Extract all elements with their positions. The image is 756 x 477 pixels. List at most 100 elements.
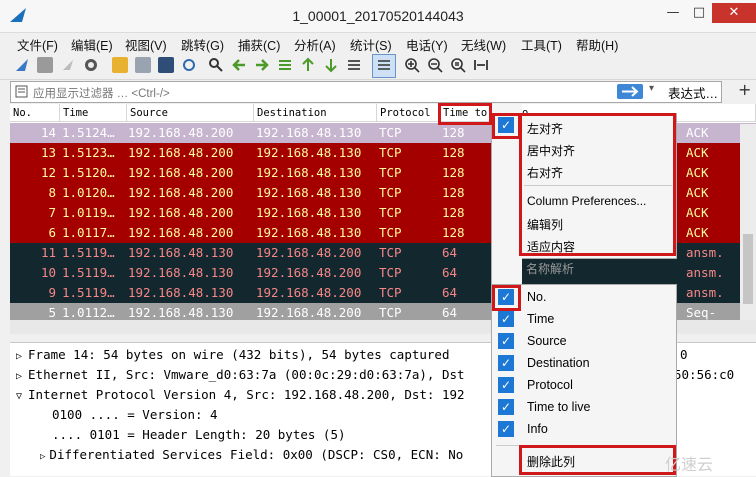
filter-input[interactable]: 应用显示过滤器 … <Ctrl-/> (33, 85, 170, 101)
col-toggle-time-to-live[interactable]: ✓ Time to live (492, 397, 676, 419)
cell-ttl: 128 (442, 205, 465, 220)
cell-ttl: 64 (442, 265, 458, 280)
detail-dsfield[interactable]: ▷ Differentiated Services Field: 0x00 (DS… (40, 445, 463, 465)
detail-fragment-right: 50:56:c0 (674, 367, 735, 382)
bookmark-icon[interactable] (15, 85, 28, 98)
highlight-ttl-header (438, 103, 492, 125)
normal-size-icon[interactable] (450, 57, 466, 73)
col-toggle-info[interactable]: ✓ Info (492, 419, 676, 441)
column-header-destination[interactable]: Destination (254, 104, 377, 122)
main-toolbar (0, 53, 756, 80)
menu-statistics[interactable]: 统计(S) (350, 35, 392, 54)
window-title: 1_00001_20170520144043 (292, 8, 464, 24)
menu-capture[interactable]: 捕获(C) (238, 35, 280, 54)
collapse-arrow-icon[interactable]: ▽ (16, 391, 22, 402)
detail-frame[interactable]: ▷ Frame 14: 54 bytes on wire (432 bits), … (10, 345, 449, 365)
go-to-packet-icon[interactable] (277, 57, 293, 73)
go-back-icon[interactable] (231, 57, 247, 73)
expression-button[interactable]: 表达式… (668, 83, 718, 102)
detail-version[interactable]: 0100 .... = Version: 4 (52, 405, 218, 425)
zoom-out-icon[interactable] (427, 57, 443, 73)
cell-ttl: 128 (442, 125, 465, 140)
cell-ttl: 64 (442, 285, 458, 300)
minimize-button[interactable]: — (660, 3, 686, 23)
packet-list-scrollbar[interactable] (740, 124, 756, 320)
column-header-source[interactable]: Source (127, 104, 254, 122)
save-file-icon[interactable] (135, 57, 151, 73)
column-header-time[interactable]: Time (60, 104, 127, 122)
close-file-icon[interactable] (158, 57, 174, 73)
reload-icon[interactable] (181, 57, 197, 73)
colorize-toggle[interactable] (372, 54, 396, 78)
menu-name-resolution: 名称解析 (526, 262, 575, 276)
cell-src: 192.168.48.200 (128, 225, 234, 240)
cell-time: 1.5119… (62, 265, 115, 280)
scrollbar-thumb[interactable] (743, 234, 753, 304)
cell-src: 192.168.48.200 (128, 165, 234, 180)
menu-tools[interactable]: 工具(T) (521, 35, 562, 54)
cell-no: 13 (40, 145, 56, 160)
col-toggle-time[interactable]: ✓ Time (492, 309, 676, 331)
menu-wireless[interactable]: 无线(W) (461, 35, 506, 54)
go-forward-icon[interactable] (254, 57, 270, 73)
col-toggle-protocol[interactable]: ✓ Protocol (492, 375, 676, 397)
expand-arrow-icon[interactable]: ▷ (16, 351, 22, 362)
checkmark-icon: ✓ (498, 333, 514, 349)
cell-dst: 192.168.48.130 (256, 145, 362, 160)
cell-dst: 192.168.48.130 (256, 185, 362, 200)
filter-history-dropdown[interactable]: ▾ (649, 83, 654, 94)
col-toggle-source[interactable]: ✓ Source (492, 331, 676, 353)
cell-time: 1.5119… (62, 245, 115, 260)
stop-capture-icon[interactable] (37, 57, 53, 73)
cell-proto: TCP (379, 245, 402, 260)
checkmark-icon: ✓ (498, 355, 514, 371)
menu-file[interactable]: 文件(F) (17, 35, 58, 54)
expand-arrow-icon[interactable]: ▷ (40, 452, 45, 462)
cell-proto: TCP (379, 265, 402, 280)
maximize-button[interactable]: □ (686, 3, 712, 23)
cell-info: ACK (686, 185, 709, 200)
apply-filter-button[interactable] (617, 84, 643, 99)
resize-columns-icon[interactable] (473, 57, 489, 73)
col-toggle-destination[interactable]: ✓ Destination (492, 353, 676, 375)
cell-info: Seq- (686, 305, 717, 320)
cell-no: 7 (48, 205, 56, 220)
menu-edit[interactable]: 编辑(E) (71, 35, 113, 54)
start-capture-icon[interactable] (14, 57, 30, 73)
detail-header-length[interactable]: .... 0101 = Header Length: 20 bytes (5) (52, 425, 346, 445)
capture-options-icon[interactable] (83, 57, 99, 73)
menu-analyze[interactable]: 分析(A) (294, 35, 336, 54)
menu-telephony[interactable]: 电话(Y) (406, 35, 448, 54)
cell-time: 1.0117… (62, 225, 115, 240)
detail-ethernet[interactable]: ▷ Ethernet II, Src: Vmware_d0:63:7a (00:0… (10, 365, 465, 385)
open-file-icon[interactable] (112, 57, 128, 73)
cell-ttl: 128 (442, 145, 465, 160)
zoom-in-icon[interactable] (404, 57, 420, 73)
cell-no: 14 (40, 125, 56, 140)
last-packet-icon[interactable] (323, 57, 339, 73)
packet-row[interactable]: 10 1.5119… 192.168.48.130 192.168.48.200 TCP… (10, 263, 756, 283)
close-button[interactable]: ✕ (712, 3, 756, 23)
expand-arrow-icon[interactable]: ▷ (16, 371, 22, 382)
cell-time: 1.5120… (62, 165, 115, 180)
menu-help[interactable]: 帮助(H) (576, 35, 618, 54)
first-packet-icon[interactable] (300, 57, 316, 73)
menu-go[interactable]: 跳转(G) (181, 35, 224, 54)
cell-dst: 192.168.48.130 (256, 225, 362, 240)
display-filter-bar[interactable]: 应用显示过滤器 … <Ctrl-/> ▾ (10, 81, 722, 103)
cell-proto: TCP (379, 305, 402, 320)
find-packet-icon[interactable] (208, 57, 224, 73)
restart-capture-icon[interactable] (60, 57, 76, 73)
add-filter-button[interactable]: + (738, 80, 751, 99)
checkmark-icon: ✓ (498, 421, 514, 437)
cell-time: 1.5119… (62, 285, 115, 300)
cell-proto: TCP (379, 285, 402, 300)
autoscroll-icon[interactable] (346, 57, 362, 73)
column-header-no[interactable]: No. (10, 104, 60, 122)
cell-src: 192.168.48.130 (128, 285, 234, 300)
cell-proto: TCP (379, 165, 402, 180)
checkmark-icon: ✓ (498, 377, 514, 393)
column-header-protocol[interactable]: Protocol (377, 104, 440, 122)
detail-ipv4[interactable]: ▽ Internet Protocol Version 4, Src: 192.1… (10, 385, 465, 405)
menu-view[interactable]: 视图(V) (125, 35, 167, 54)
